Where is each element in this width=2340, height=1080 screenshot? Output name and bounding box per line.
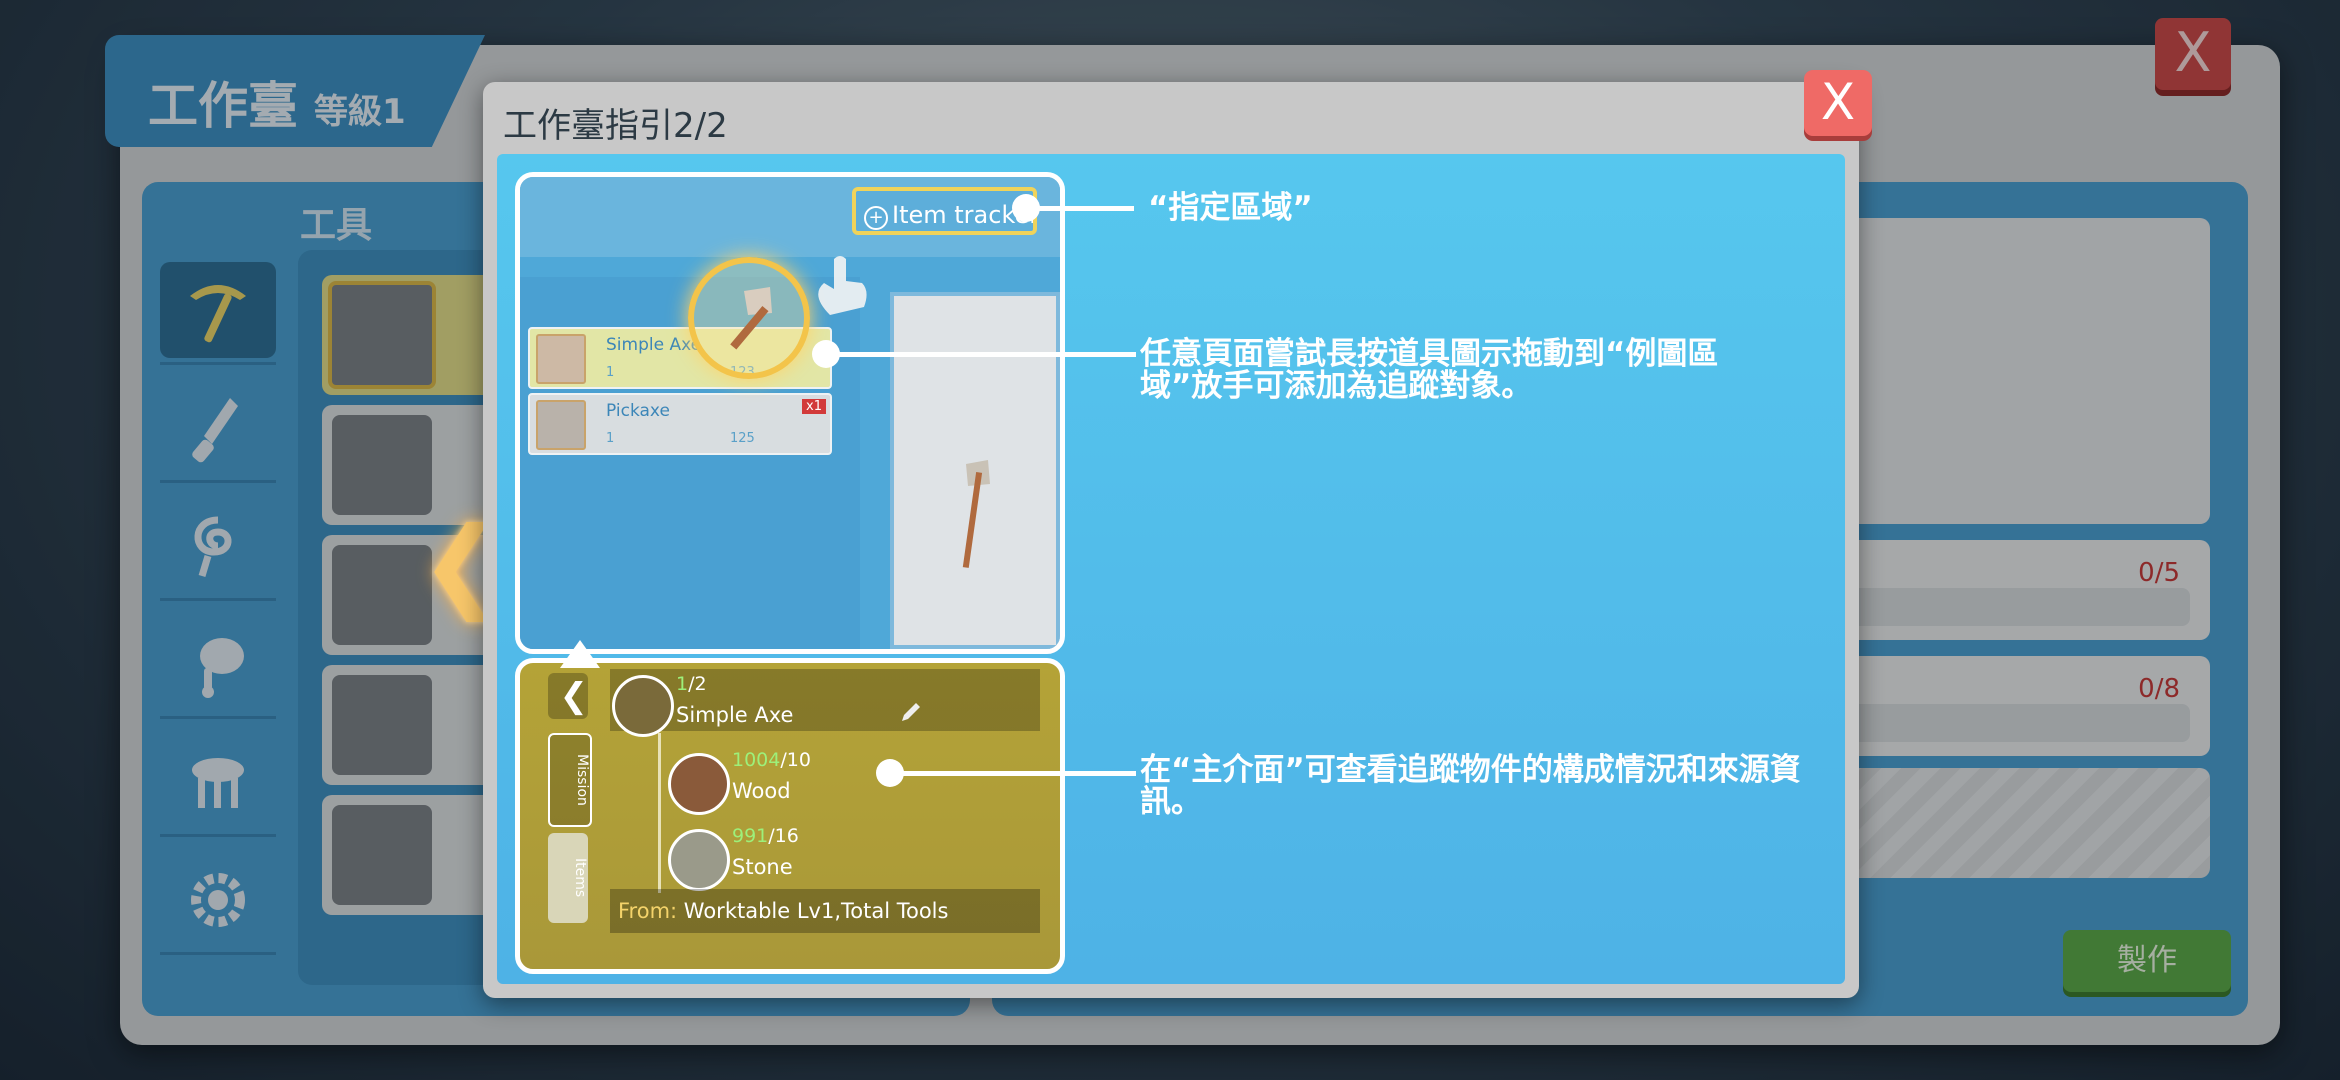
axe-icon <box>962 460 990 568</box>
tracked-item-name: Simple Axe <box>676 703 794 727</box>
example-item-badge: x1 <box>802 399 826 414</box>
back-chevron-icon[interactable]: ❮ <box>548 673 588 719</box>
tab-items[interactable]: Items <box>548 833 588 923</box>
tab-mission[interactable]: Mission <box>548 733 592 827</box>
example-item-card: Pickaxe 1 125 x1 <box>528 393 832 455</box>
material-count: 1004/10 <box>732 749 811 771</box>
example-item-name: Simple Axe <box>606 335 702 355</box>
annotation-drag-instruction: 任意頁面嘗試長按道具圖示拖動到“例圖區域”放手可添加為追蹤對象。 <box>1140 336 1719 404</box>
hand-pointer-icon <box>818 256 867 315</box>
annotation-designated-area: “指定區域” <box>1148 190 1313 226</box>
tracked-count-have: 1 <box>676 673 689 695</box>
example-item-name: Pickaxe <box>606 401 670 421</box>
tracked-item-count: 1/2 <box>676 673 707 695</box>
tracked-count-need: /2 <box>688 673 707 695</box>
tracked-item-header <box>610 669 1040 731</box>
example-item-stat: 1 <box>606 365 615 380</box>
annotation-main-ui-info: 在“主介面”可查看追蹤物件的構成情況和來源資訊。 <box>1140 752 1801 820</box>
material-have: 991 <box>732 825 769 847</box>
stone-icon <box>668 829 730 891</box>
material-need: /10 <box>780 749 811 771</box>
annotation-line <box>1030 206 1134 211</box>
example-item-durability: 125 <box>730 431 755 446</box>
material-count: 991/16 <box>732 825 799 847</box>
material-tree-line <box>658 733 661 893</box>
item-tracker-button[interactable]: + Item tracker <box>852 187 1037 235</box>
annotation-line <box>894 771 1136 776</box>
tracked-source: From: Worktable Lv1,Total Tools <box>610 889 1040 933</box>
drag-highlight-ring <box>688 257 810 379</box>
material-name: Stone <box>732 855 793 879</box>
guide-title: 工作臺指引2/2 <box>503 106 728 146</box>
wood-icon <box>668 753 730 815</box>
axe-icon <box>612 675 674 737</box>
tracked-source-label: From: <box>618 899 678 923</box>
material-need: /16 <box>768 825 799 847</box>
axe-icon <box>536 334 586 384</box>
example-item-stat: 1 <box>606 431 615 446</box>
example-image-top: + Item tracker Simple Axe 1 123 Pickaxe 1… <box>515 172 1065 654</box>
plus-circle-icon: + <box>864 206 888 230</box>
guide-close-button[interactable]: X <box>1804 70 1872 136</box>
axe-icon <box>730 287 772 350</box>
example-preview-pane <box>890 292 1060 649</box>
speech-tail <box>560 640 600 668</box>
pencil-icon[interactable] <box>896 697 926 727</box>
material-have: 1004 <box>732 749 781 771</box>
material-name: Wood <box>732 779 791 803</box>
annotation-line <box>830 352 1136 357</box>
example-image-bottom: ❮ Mission Items 1/2 Simple Axe 1004/10 W… <box>515 658 1065 974</box>
pickaxe-icon <box>536 400 586 450</box>
tracked-source-value: Worktable Lv1,Total Tools <box>683 899 949 923</box>
